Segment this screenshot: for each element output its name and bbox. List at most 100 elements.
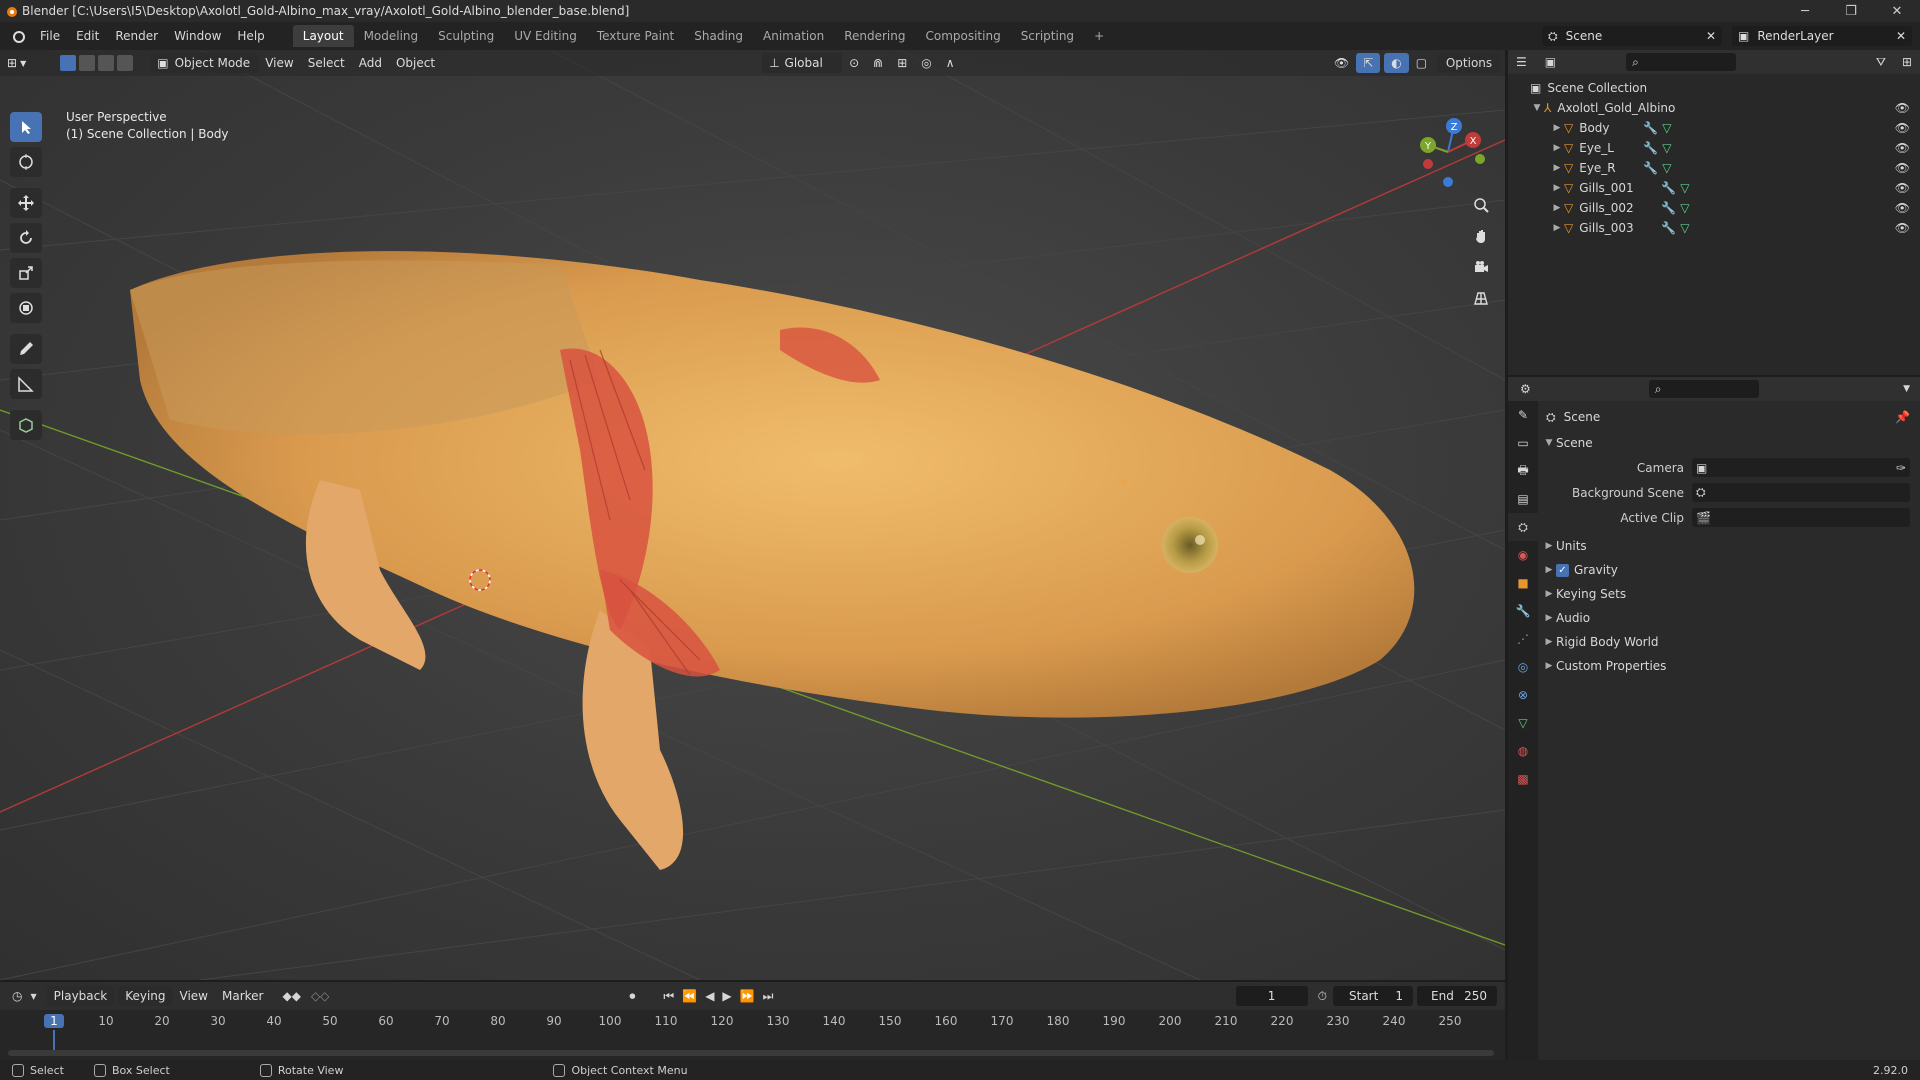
transform-tool[interactable] (10, 293, 42, 323)
select-subtract-icon[interactable] (98, 55, 115, 71)
tab-view-layer[interactable]: ▤ (1508, 485, 1538, 513)
current-frame-field[interactable]: 1 (1235, 986, 1308, 1006)
outliner-row-gills-001[interactable]: ▶ ▽ Gills_001 🔧 ▽ 👁 (1508, 178, 1920, 198)
marker-menu[interactable]: Marker (215, 986, 270, 1006)
tab-tool[interactable]: ✎ (1508, 401, 1538, 429)
expand-arrow-icon[interactable]: ▶ (1550, 183, 1564, 193)
menu-window[interactable]: Window (166, 29, 229, 43)
menu-view[interactable]: View (258, 53, 300, 73)
expand-arrow-icon[interactable]: ▶ (1542, 637, 1556, 647)
view-layer-selector[interactable]: ▣ RenderLayer ✕ (1732, 26, 1912, 46)
outliner-row-collection[interactable]: ▼ ⅄ Axolotl_Gold_Albino 👁 (1508, 98, 1920, 118)
tab-scene[interactable]: ⛭ (1508, 513, 1538, 541)
3d-viewport[interactable]: User Perspective (1) Scene Collection | … (0, 50, 1505, 980)
close-icon[interactable]: ✕ (1706, 29, 1716, 43)
play-reverse-icon[interactable]: ◀ (705, 989, 714, 1003)
tab-texture[interactable]: ▩ (1508, 765, 1538, 793)
expand-arrow-icon[interactable]: ▼ (1530, 103, 1544, 113)
select-invert-icon[interactable] (117, 55, 134, 71)
pan-button[interactable] (1468, 223, 1494, 249)
select-extend-icon[interactable] (79, 55, 96, 71)
chevron-down-icon[interactable]: ▼ (30, 992, 36, 1001)
maximize-button[interactable]: ❐ (1828, 0, 1874, 22)
current-frame-marker[interactable]: 1 (44, 1014, 64, 1028)
tab-modifiers[interactable]: 🔧 (1508, 597, 1538, 625)
expand-arrow-icon[interactable]: ▶ (1542, 613, 1556, 623)
jump-start-icon[interactable]: ⏮ (663, 989, 674, 1004)
select-new-icon[interactable] (60, 55, 77, 71)
tab-data[interactable]: ▽ (1508, 709, 1538, 737)
camera-field[interactable]: ▣ ✑ (1692, 458, 1910, 477)
scene-panel-header[interactable]: ▼ Scene (1542, 431, 1920, 455)
timeline-editor-icon[interactable]: ◷ (12, 989, 22, 1003)
object-mode-dropdown[interactable]: ▣ Object Mode (150, 53, 259, 73)
select-box-tool[interactable] (10, 112, 42, 142)
transform-orientation-dropdown[interactable]: ⊥ Global (762, 53, 843, 73)
add-cube-tool[interactable] (10, 410, 42, 440)
zoom-button[interactable] (1468, 192, 1494, 218)
outliner-row-eye-r[interactable]: ▶ ▽ Eye_R 🔧 ▽ 👁 (1508, 158, 1920, 178)
tab-scripting[interactable]: Scripting (1011, 25, 1084, 47)
tab-physics[interactable]: ◎ (1508, 653, 1538, 681)
expand-arrow-icon[interactable]: ▶ (1550, 223, 1564, 233)
eye-icon[interactable]: 👁 (1895, 221, 1910, 235)
neg-y-axis-handle[interactable] (1475, 154, 1485, 164)
expand-arrow-icon[interactable]: ▶ (1542, 541, 1556, 551)
editor-type-button[interactable]: ⊞ ▼ (0, 53, 33, 73)
keying-sets-panel-header[interactable]: ▶ Keying Sets (1542, 582, 1920, 606)
eye-icon[interactable]: 👁 (1895, 201, 1910, 215)
expand-arrow-icon[interactable]: ▶ (1542, 661, 1556, 671)
custom-properties-panel-header[interactable]: ▶ Custom Properties (1542, 654, 1920, 678)
menu-edit[interactable]: Edit (68, 29, 107, 43)
play-icon[interactable]: ▶ (722, 989, 731, 1003)
menu-render[interactable]: Render (107, 29, 166, 43)
overlay-toggle-button[interactable]: ◐ (1384, 53, 1409, 73)
keying-menu[interactable]: Keying (118, 986, 173, 1006)
tab-render[interactable]: ▭ (1508, 429, 1538, 457)
tab-output[interactable]: 🖶 (1508, 457, 1538, 485)
tab-uv-editing[interactable]: UV Editing (504, 25, 587, 47)
outliner-row-gills-002[interactable]: ▶ ▽ Gills_002 🔧 ▽ 👁 (1508, 198, 1920, 218)
neg-z-axis-handle[interactable] (1443, 177, 1453, 187)
tab-particles[interactable]: ⋰ (1508, 625, 1538, 653)
outliner-search-input[interactable]: ⌕ (1626, 53, 1737, 71)
outliner-row-eye-l[interactable]: ▶ ▽ Eye_L 🔧 ▽ 👁 (1508, 138, 1920, 158)
expand-arrow-icon[interactable]: ▶ (1542, 565, 1556, 575)
timeline-view-menu[interactable]: View (173, 986, 215, 1006)
menu-add[interactable]: Add (352, 53, 389, 73)
start-frame-field[interactable]: Start 1 (1333, 986, 1413, 1006)
eye-icon[interactable]: 👁 (1895, 121, 1910, 135)
scale-tool[interactable] (10, 258, 42, 288)
close-icon[interactable]: ✕ (1896, 29, 1906, 43)
measure-tool[interactable] (10, 369, 42, 399)
proportional-edit-button[interactable]: ◎ (914, 53, 938, 73)
expand-arrow-icon[interactable]: ▶ (1550, 123, 1564, 133)
menu-object[interactable]: Object (389, 53, 442, 73)
outliner-row-scene-collection[interactable]: ▣ Scene Collection (1508, 78, 1920, 98)
display-mode-icon[interactable]: ▣ (1545, 55, 1556, 69)
jump-end-icon[interactable]: ⏭ (763, 989, 774, 1004)
snap-toggle-button[interactable]: ⋒ (866, 53, 890, 73)
active-clip-field[interactable]: 🎬 (1692, 508, 1910, 527)
selection-mode-group[interactable] (53, 53, 140, 73)
jump-keyframe-back-icon[interactable]: ⏪ (682, 989, 697, 1003)
tab-world[interactable]: ◉ (1508, 541, 1538, 569)
playback-menu[interactable]: Playback (46, 986, 115, 1006)
snap-target-button[interactable]: ⊞ (890, 53, 914, 73)
move-tool[interactable] (10, 188, 42, 218)
camera-view-button[interactable] (1468, 254, 1494, 280)
menu-select[interactable]: Select (301, 53, 352, 73)
perspective-toggle-button[interactable] (1468, 285, 1494, 311)
tab-compositing[interactable]: Compositing (915, 25, 1010, 47)
audio-panel-header[interactable]: ▶ Audio (1542, 606, 1920, 630)
chevron-down-icon[interactable]: ▼ (1903, 384, 1910, 394)
outliner-row-body[interactable]: ▶ ▽ Body 🔧 ▽ 👁 (1508, 118, 1920, 138)
expand-arrow-icon[interactable]: ▶ (1550, 203, 1564, 213)
visibility-button[interactable]: 👁 (1327, 53, 1356, 73)
tab-texture-paint[interactable]: Texture Paint (587, 25, 684, 47)
scene-selector[interactable]: ⛭ Scene ✕ (1542, 26, 1722, 46)
eye-icon[interactable]: 👁 (1895, 181, 1910, 195)
timeline-ruler[interactable]: 1 10 20 30 40 50 60 70 80 90 100 110 120 130 140 150 160… (0, 1010, 1505, 1060)
eye-icon[interactable]: 👁 (1895, 141, 1910, 155)
record-icon[interactable]: ⏺ (629, 989, 635, 1004)
